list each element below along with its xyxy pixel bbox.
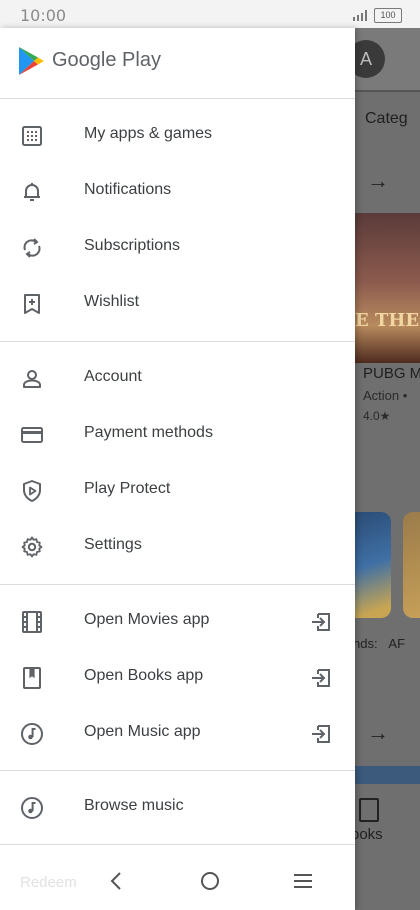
menu-item-open-books[interactable]: Open Books app — [0, 650, 355, 706]
home-icon[interactable] — [198, 869, 222, 893]
menu-item-open-music[interactable]: Open Music app — [0, 706, 355, 762]
background-game-title: PUBG M — [363, 365, 420, 382]
background-game-rating: 4.0★ — [363, 409, 391, 423]
background-blue-bar — [355, 766, 420, 784]
menu-item-label: Open Movies app — [84, 611, 210, 628]
menu-item-label: Payment methods — [84, 424, 213, 441]
menu-item-notifications[interactable]: Notifications — [0, 164, 355, 220]
person-icon — [23, 370, 41, 388]
music-icon — [21, 797, 43, 819]
back-icon[interactable] — [105, 869, 129, 893]
background-header: A — [355, 28, 420, 90]
background-app-scrim[interactable]: A Categ → E THE ANCI PUBG M Action • 4.0… — [355, 28, 420, 910]
credit-card-icon — [21, 427, 43, 443]
bookmark-plus-icon — [24, 294, 40, 314]
refresh-icon — [23, 238, 41, 258]
menu-item-settings[interactable]: Settings — [0, 519, 355, 575]
menu-item-subscriptions[interactable]: Subscriptions — [0, 220, 355, 276]
menu-item-label: Play Protect — [84, 480, 171, 497]
menu-item-redeem[interactable]: Redeem — [20, 874, 77, 891]
menu-item-label: My apps & games — [84, 125, 213, 142]
divider — [0, 341, 355, 342]
open-app-icon — [312, 669, 330, 687]
background-banner-text: E THE ANCI — [355, 310, 420, 331]
background-arrow-icon: → — [367, 720, 389, 745]
menu-item-play-protect[interactable]: Play Protect — [0, 463, 355, 519]
status-bar: 10:00 100 — [0, 0, 420, 30]
open-app-icon — [312, 613, 330, 631]
film-icon — [22, 611, 42, 633]
menu-item-wishlist[interactable]: Wishlist — [0, 276, 355, 332]
battery-icon: 100 — [374, 8, 402, 23]
system-navigation-bar: Redeem — [0, 845, 355, 910]
menu-item-label: Account — [84, 368, 142, 385]
navigation-drawer: Google Play My apps & games Notification… — [0, 28, 355, 910]
menu-item-label: Open Books app — [84, 667, 204, 684]
menu-icon[interactable] — [291, 869, 315, 893]
divider — [0, 584, 355, 585]
menu-item-open-movies[interactable]: Open Movies app — [0, 594, 355, 650]
menu-item-label: Subscriptions — [84, 237, 181, 254]
menu-item-label: Open Music app — [84, 723, 201, 740]
background-arrow-icon: → — [367, 168, 389, 193]
divider — [0, 770, 355, 771]
music-icon — [21, 723, 43, 745]
background-divider — [355, 90, 420, 92]
background-game-genre: Action • — [363, 388, 408, 403]
divider — [0, 98, 355, 99]
menu-item-my-apps[interactable]: My apps & games — [0, 108, 355, 164]
book-icon — [23, 667, 41, 689]
background-game-tile — [355, 512, 391, 618]
menu-item-label: Settings — [84, 536, 142, 553]
menu-item-label: Notifications — [84, 181, 172, 198]
bell-icon — [24, 183, 40, 201]
background-avatar: A — [355, 40, 385, 78]
menu-item-payment-methods[interactable]: Payment methods — [0, 407, 355, 463]
background-game-tile — [403, 512, 420, 618]
background-books-tab: ooks — [355, 826, 383, 843]
menu-item-label: Browse music — [84, 797, 184, 814]
open-app-icon — [312, 725, 330, 743]
gear-icon — [21, 536, 43, 558]
grid-icon — [22, 126, 42, 146]
brand-name: Google Play — [52, 49, 161, 71]
shield-play-icon — [23, 480, 41, 502]
background-game-banner — [355, 213, 420, 363]
signal-icon — [353, 10, 367, 21]
status-time: 10:00 — [20, 6, 67, 25]
background-game-caption: nds: AF — [355, 636, 406, 651]
background-categories-tab: Categ — [365, 110, 408, 127]
menu-item-label: Wishlist — [84, 293, 140, 310]
menu-item-account[interactable]: Account — [0, 351, 355, 407]
google-play-logo-icon — [19, 47, 44, 75]
background-books-icon — [359, 798, 379, 822]
menu-item-browse-music[interactable]: Browse music — [0, 780, 355, 836]
